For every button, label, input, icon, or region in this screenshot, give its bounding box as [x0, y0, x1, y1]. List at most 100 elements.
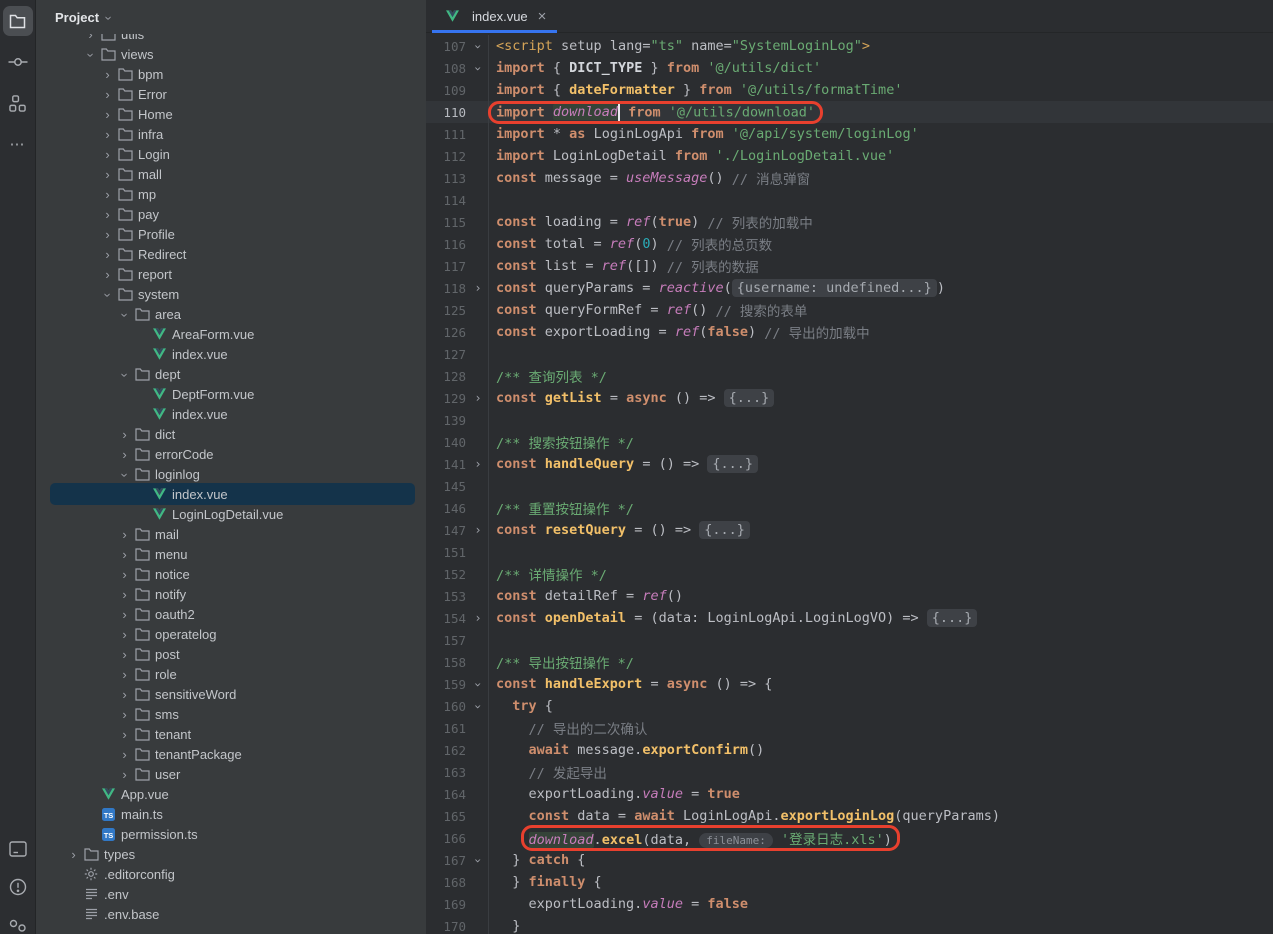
- line-number[interactable]: 110: [426, 105, 468, 120]
- tree-item-tenantpackage[interactable]: ›tenantPackage: [36, 744, 426, 764]
- code-line-139[interactable]: 139: [426, 409, 1273, 431]
- code-line-166[interactable]: 166 download.excel(data, fileName: '登录日志…: [426, 827, 1273, 849]
- line-number[interactable]: 113: [426, 171, 468, 186]
- line-number[interactable]: 128: [426, 369, 468, 384]
- line-number[interactable]: 117: [426, 259, 468, 274]
- line-number[interactable]: 139: [426, 413, 468, 428]
- code-editor[interactable]: 107›<script setup lang="ts" name="System…: [426, 33, 1273, 934]
- services-icon[interactable]: [3, 910, 33, 934]
- line-number[interactable]: 147: [426, 523, 468, 538]
- chevron-right-icon[interactable]: ›: [116, 428, 133, 441]
- chevron-right-icon[interactable]: ›: [99, 168, 116, 181]
- tree-item-sms[interactable]: ›sms: [36, 704, 426, 724]
- chevron-right-icon[interactable]: ›: [116, 668, 133, 681]
- chevron-right-icon[interactable]: ›: [82, 34, 99, 41]
- chevron-right-icon[interactable]: ›: [99, 248, 116, 261]
- fold-arrow-down-icon[interactable]: ›: [468, 62, 488, 74]
- code-line-165[interactable]: 165 const data = await LoginLogApi.expor…: [426, 805, 1273, 827]
- line-number[interactable]: 111: [426, 127, 468, 142]
- chevron-down-icon[interactable]: ›: [82, 48, 99, 61]
- fold-arrow-right-icon[interactable]: ›: [468, 458, 488, 470]
- tree-item-tenant[interactable]: ›tenant: [36, 724, 426, 744]
- chevron-right-icon[interactable]: ›: [116, 748, 133, 761]
- code-line-141[interactable]: 141›const handleQuery = () => {...}: [426, 453, 1273, 475]
- line-number[interactable]: 146: [426, 501, 468, 516]
- tree-item-loginlogdetail-vue[interactable]: LoginLogDetail.vue: [36, 504, 426, 524]
- code-line-118[interactable]: 118›const queryParams = reactive({userna…: [426, 277, 1273, 299]
- tree-item-dept[interactable]: ›dept: [36, 364, 426, 384]
- line-number[interactable]: 158: [426, 655, 468, 670]
- line-number[interactable]: 164: [426, 787, 468, 802]
- tree-item-dict[interactable]: ›dict: [36, 424, 426, 444]
- tree-item-pay[interactable]: ›pay: [36, 204, 426, 224]
- code-line-113[interactable]: 113const message = useMessage() // 消息弹窗: [426, 167, 1273, 189]
- line-number[interactable]: 161: [426, 721, 468, 736]
- line-number[interactable]: 114: [426, 193, 468, 208]
- tree-item-notify[interactable]: ›notify: [36, 584, 426, 604]
- chevron-right-icon[interactable]: ›: [116, 688, 133, 701]
- tree-item-mall[interactable]: ›mall: [36, 164, 426, 184]
- line-number[interactable]: 112: [426, 149, 468, 164]
- tree-item-views[interactable]: ›views: [36, 44, 426, 64]
- code-line-170[interactable]: 170 }: [426, 915, 1273, 934]
- line-number[interactable]: 141: [426, 457, 468, 472]
- line-number[interactable]: 167: [426, 853, 468, 868]
- line-number[interactable]: 159: [426, 677, 468, 692]
- code-line-162[interactable]: 162 await message.exportConfirm(): [426, 739, 1273, 761]
- line-number[interactable]: 169: [426, 897, 468, 912]
- chevron-right-icon[interactable]: ›: [116, 528, 133, 541]
- chevron-right-icon[interactable]: ›: [99, 208, 116, 221]
- code-line-112[interactable]: 112import LoginLogDetail from './LoginLo…: [426, 145, 1273, 167]
- code-line-169[interactable]: 169 exportLoading.value = false: [426, 893, 1273, 915]
- tree-item-report[interactable]: ›report: [36, 264, 426, 284]
- line-number[interactable]: 129: [426, 391, 468, 406]
- chevron-right-icon[interactable]: ›: [99, 88, 116, 101]
- more-icon[interactable]: ⋯: [3, 129, 33, 159]
- project-folder-icon[interactable]: [3, 6, 33, 36]
- tree-item-permission-ts[interactable]: TSpermission.ts: [36, 824, 426, 844]
- tree-item-env-base[interactable]: .env.base: [36, 904, 426, 924]
- tree-item-env[interactable]: .env: [36, 884, 426, 904]
- line-number[interactable]: 154: [426, 611, 468, 626]
- line-number[interactable]: 140: [426, 435, 468, 450]
- chevron-right-icon[interactable]: ›: [116, 588, 133, 601]
- tree-item-notice[interactable]: ›notice: [36, 564, 426, 584]
- tree-item-errorcode[interactable]: ›errorCode: [36, 444, 426, 464]
- line-number[interactable]: 108: [426, 61, 468, 76]
- line-number[interactable]: 166: [426, 831, 468, 846]
- line-number[interactable]: 116: [426, 237, 468, 252]
- chevron-right-icon[interactable]: ›: [99, 148, 116, 161]
- code-line-116[interactable]: 116const total = ref(0) // 列表的总页数: [426, 233, 1273, 255]
- chevron-right-icon[interactable]: ›: [99, 228, 116, 241]
- line-number[interactable]: 107: [426, 39, 468, 54]
- code-line-126[interactable]: 126const exportLoading = ref(false) // 导…: [426, 321, 1273, 343]
- code-line-107[interactable]: 107›<script setup lang="ts" name="System…: [426, 35, 1273, 57]
- code-line-154[interactable]: 154›const openDetail = (data: LoginLogAp…: [426, 607, 1273, 629]
- tree-item-operatelog[interactable]: ›operatelog: [36, 624, 426, 644]
- close-icon[interactable]: ×: [538, 9, 547, 24]
- fold-arrow-right-icon[interactable]: ›: [468, 282, 488, 294]
- line-number[interactable]: 163: [426, 765, 468, 780]
- fold-arrow-right-icon[interactable]: ›: [468, 612, 488, 624]
- line-number[interactable]: 152: [426, 567, 468, 582]
- chevron-down-icon[interactable]: ›: [116, 468, 133, 481]
- line-number[interactable]: 170: [426, 919, 468, 934]
- code-line-127[interactable]: 127: [426, 343, 1273, 365]
- code-line-164[interactable]: 164 exportLoading.value = true: [426, 783, 1273, 805]
- code-line-160[interactable]: 160› try {: [426, 695, 1273, 717]
- project-panel-title[interactable]: Project: [55, 10, 99, 25]
- tree-item-index-vue[interactable]: index.vue: [36, 344, 426, 364]
- code-line-161[interactable]: 161 // 导出的二次确认: [426, 717, 1273, 739]
- tree-item-types[interactable]: ›types: [36, 844, 426, 864]
- code-line-114[interactable]: 114: [426, 189, 1273, 211]
- chevron-down-icon[interactable]: ›: [116, 308, 133, 321]
- chevron-right-icon[interactable]: ›: [116, 608, 133, 621]
- tree-item-oauth2[interactable]: ›oauth2: [36, 604, 426, 624]
- code-line-110[interactable]: 110import download from '@/utils/downloa…: [426, 101, 1273, 123]
- line-number[interactable]: 165: [426, 809, 468, 824]
- chevron-right-icon[interactable]: ›: [116, 648, 133, 661]
- code-line-158[interactable]: 158/** 导出按钮操作 */: [426, 651, 1273, 673]
- tree-item-mail[interactable]: ›mail: [36, 524, 426, 544]
- fold-arrow-down-icon[interactable]: ›: [468, 40, 488, 52]
- code-line-146[interactable]: 146/** 重置按钮操作 */: [426, 497, 1273, 519]
